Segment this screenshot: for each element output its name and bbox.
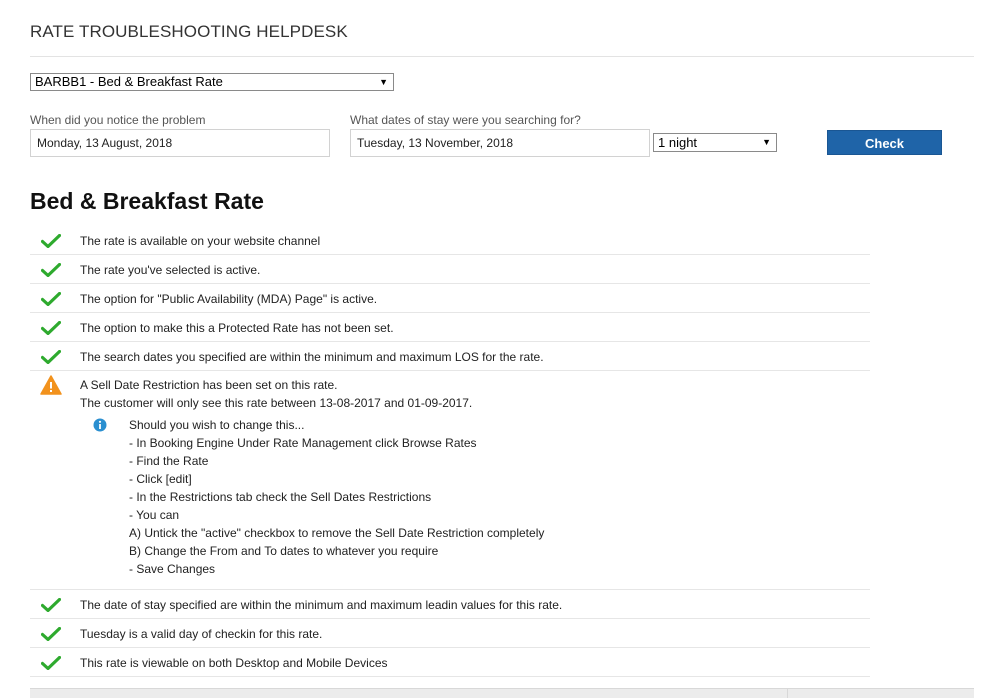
nights-select[interactable]: 1 night ▼	[653, 133, 777, 152]
check-text: This rate is viewable on both Desktop an…	[80, 656, 388, 670]
check-icon	[41, 598, 61, 612]
bottom-table-header	[30, 688, 974, 698]
title-divider	[30, 56, 974, 57]
column-divider	[787, 689, 788, 698]
check-icon	[41, 263, 61, 277]
check-icon	[41, 321, 61, 335]
info-line: Should you wish to change this...	[129, 418, 305, 432]
stay-date-input[interactable]: Tuesday, 13 November, 2018	[350, 129, 650, 157]
notice-date-value: Monday, 13 August, 2018	[37, 136, 173, 150]
info-line: - You can	[129, 508, 180, 522]
stay-date-value: Tuesday, 13 November, 2018	[357, 136, 514, 150]
check-row: The option for "Public Availability (MDA…	[30, 284, 870, 313]
check-button[interactable]: Check	[827, 130, 942, 155]
info-instructions: Should you wish to change this... - In B…	[129, 416, 544, 578]
notice-date-label: When did you notice the problem	[30, 113, 206, 127]
info-line: - Find the Rate	[129, 454, 209, 468]
check-row: The option to make this a Protected Rate…	[30, 313, 870, 342]
check-text: The search dates you specified are withi…	[80, 350, 544, 364]
rate-select[interactable]: BARBB1 - Bed & Breakfast Rate ▼	[30, 73, 394, 91]
warning-row: A Sell Date Restriction has been set on …	[30, 371, 870, 590]
check-row: The search dates you specified are withi…	[30, 342, 870, 371]
check-text: Tuesday is a valid day of checkin for th…	[80, 627, 323, 641]
check-text: The rate you've selected is active.	[80, 263, 261, 277]
page-title: RATE TROUBLESHOOTING HELPDESK	[30, 22, 348, 41]
notice-date-input[interactable]: Monday, 13 August, 2018	[30, 129, 330, 157]
rate-select-value: BARBB1 - Bed & Breakfast Rate	[35, 74, 223, 89]
check-icon	[41, 292, 61, 306]
info-line: - In Booking Engine Under Rate Managemen…	[129, 436, 477, 450]
check-icon	[41, 350, 61, 364]
check-row: Tuesday is a valid day of checkin for th…	[30, 619, 870, 648]
dropdown-arrow-icon: ▼	[379, 77, 388, 87]
check-icon	[41, 627, 61, 641]
info-line: A) Untick the "active" checkbox to remov…	[129, 526, 545, 540]
info-line: - Click [edit]	[129, 472, 192, 486]
check-text: The date of stay specified are within th…	[80, 598, 563, 612]
check-icon	[41, 656, 61, 670]
nights-select-value: 1 night	[658, 135, 698, 150]
checks-list: The rate is available on your website ch…	[30, 226, 870, 677]
check-text: The rate is available on your website ch…	[80, 234, 321, 248]
info-line: - In the Restrictions tab check the Sell…	[129, 490, 432, 504]
check-row: The rate is available on your website ch…	[30, 226, 870, 255]
warning-line: A Sell Date Restriction has been set on …	[80, 378, 338, 392]
info-line: B) Change the From and To dates to whate…	[129, 544, 439, 558]
check-text: The option for "Public Availability (MDA…	[80, 292, 378, 306]
check-row: The date of stay specified are within th…	[30, 590, 870, 619]
warning-line: The customer will only see this rate bet…	[80, 396, 473, 410]
check-icon	[41, 234, 61, 248]
info-line: - Save Changes	[129, 562, 216, 576]
check-row: This rate is viewable on both Desktop an…	[30, 648, 870, 677]
section-heading: Bed & Breakfast Rate	[30, 188, 264, 214]
dropdown-arrow-icon: ▼	[762, 137, 771, 147]
check-text: The option to make this a Protected Rate…	[80, 321, 394, 335]
info-icon	[93, 418, 107, 432]
check-row: The rate you've selected is active.	[30, 255, 870, 284]
stay-date-label: What dates of stay were you searching fo…	[350, 113, 581, 127]
warning-text: A Sell Date Restriction has been set on …	[80, 376, 472, 412]
warning-icon	[40, 375, 62, 395]
